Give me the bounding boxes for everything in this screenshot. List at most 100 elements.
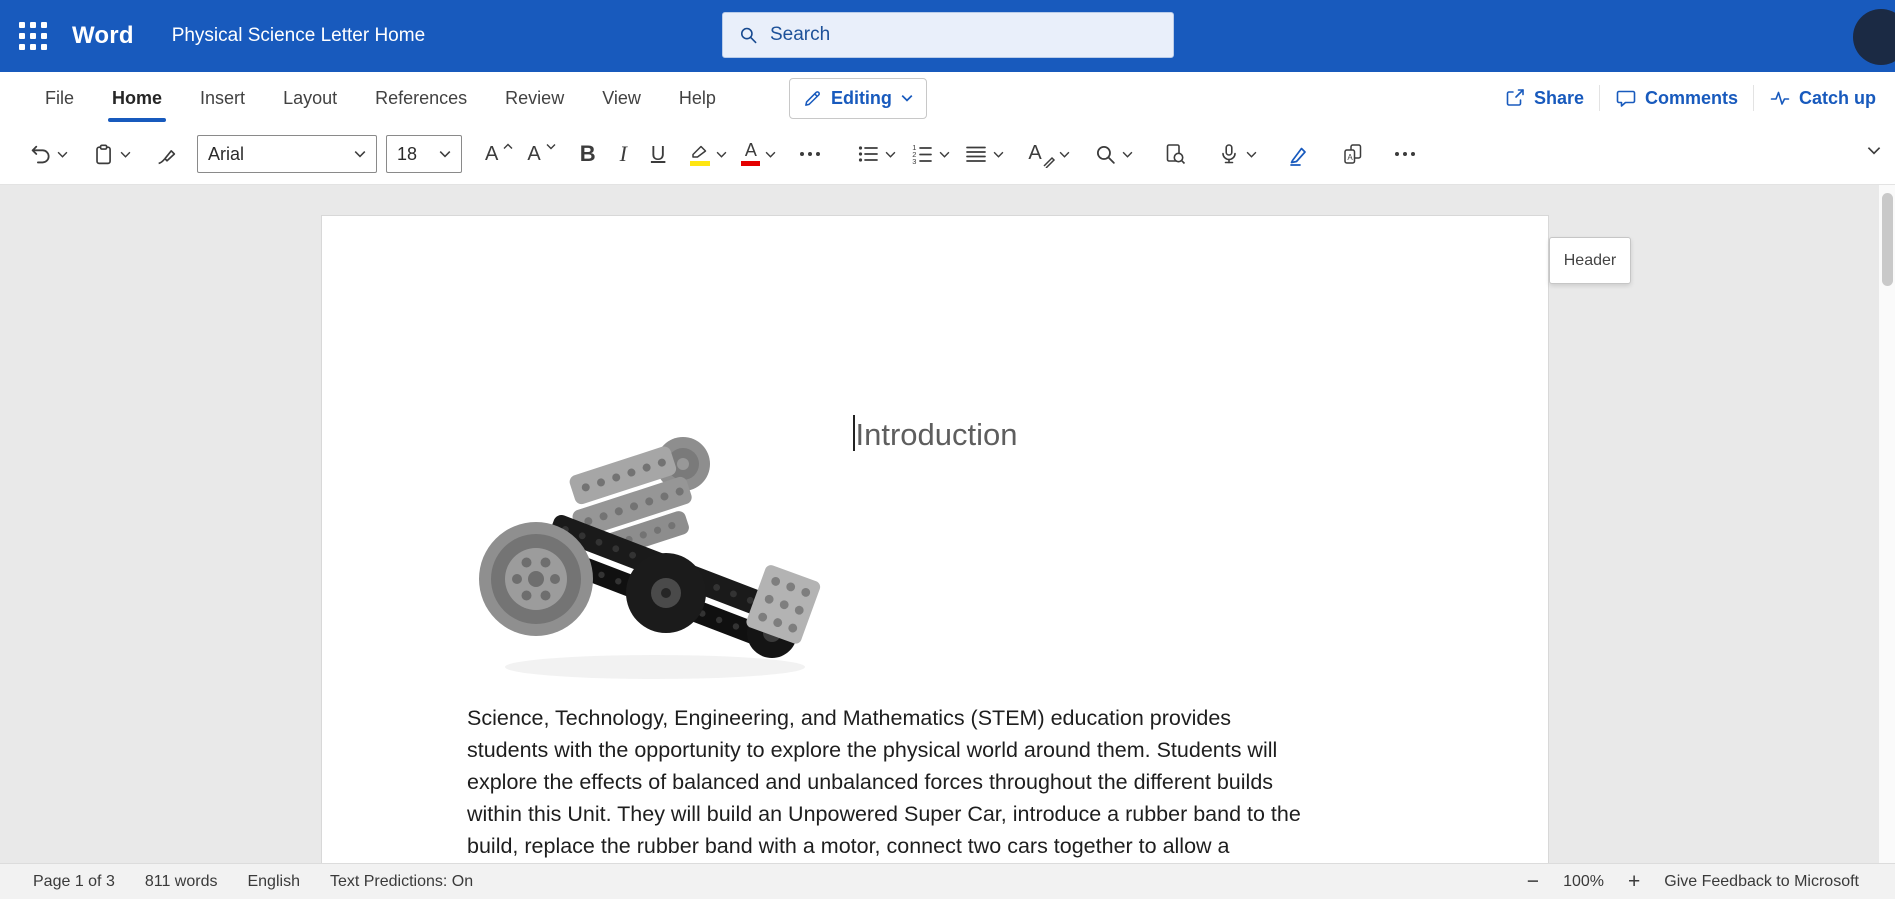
highlight-color-button[interactable]: [682, 137, 734, 172]
user-avatar[interactable]: [1853, 9, 1895, 65]
undo-icon: [29, 143, 52, 166]
chevron-down-icon: [939, 151, 950, 158]
undo-button[interactable]: [22, 137, 75, 172]
alignment-button[interactable]: [957, 136, 1011, 172]
caret-down-icon: [546, 143, 556, 150]
page-count[interactable]: Page 1 of 3: [33, 873, 115, 891]
text-cursor: [853, 415, 855, 451]
formatting-toolbar: Arial 18 A A B I U A: [0, 124, 1895, 185]
microphone-icon: [1217, 142, 1241, 166]
tab-insert[interactable]: Insert: [181, 72, 264, 124]
comment-icon: [1615, 87, 1637, 109]
collapse-ribbon-button[interactable]: [1867, 146, 1881, 155]
document-page[interactable]: Introduction Science, Technology, Engine…: [321, 215, 1549, 863]
clipboard-icon: [92, 143, 115, 166]
share-icon: [1504, 87, 1526, 109]
app-launcher-button[interactable]: [0, 0, 66, 72]
tab-references[interactable]: References: [356, 72, 486, 124]
shrink-font-label: A: [527, 143, 540, 166]
search-box[interactable]: [722, 12, 1174, 58]
share-label: Share: [1534, 88, 1584, 109]
format-painter-button[interactable]: [148, 137, 185, 172]
app-name[interactable]: Word: [72, 22, 134, 50]
catch-up-label: Catch up: [1799, 88, 1876, 109]
font-color-button[interactable]: A: [734, 137, 783, 172]
highlight-swatch: [690, 161, 710, 166]
word-count[interactable]: 811 words: [145, 873, 218, 891]
zoom-out-button[interactable]: −: [1527, 871, 1539, 892]
feedback-link[interactable]: Give Feedback to Microsoft: [1664, 873, 1859, 891]
zoom-in-button[interactable]: +: [1628, 871, 1640, 892]
share-button[interactable]: Share: [1489, 72, 1599, 124]
language-selector[interactable]: English: [247, 873, 299, 891]
translate-button[interactable]: A: [1334, 136, 1372, 172]
more-font-options-button[interactable]: [793, 146, 827, 162]
numbering-button[interactable]: 1 2 3: [903, 136, 957, 172]
catch-up-button[interactable]: Catch up: [1754, 72, 1891, 124]
doc-heading[interactable]: Introduction: [322, 415, 1548, 453]
numbered-list-icon: 1 2 3: [910, 142, 934, 166]
tab-layout[interactable]: Layout: [264, 72, 356, 124]
search-input[interactable]: [770, 24, 1157, 46]
text-predictions-toggle[interactable]: Text Predictions: On: [330, 873, 473, 891]
bullets-button[interactable]: [849, 136, 903, 172]
waffle-icon: [19, 22, 47, 50]
tab-file[interactable]: File: [26, 72, 93, 124]
font-size-combobox[interactable]: 18: [386, 135, 462, 173]
immersive-reader-button[interactable]: [1156, 136, 1194, 172]
magnifier-icon: [1094, 143, 1117, 166]
comments-label: Comments: [1645, 88, 1738, 109]
bold-button[interactable]: B: [573, 135, 603, 173]
format-painter-icon: [155, 143, 178, 166]
chevron-down-icon: [439, 150, 451, 158]
doc-heading-text: Introduction: [856, 417, 1018, 452]
status-left-group: Page 1 of 3 811 words English Text Predi…: [33, 873, 473, 891]
zoom-level[interactable]: 100%: [1563, 873, 1604, 891]
grow-font-button[interactable]: A: [478, 137, 520, 172]
svg-text:A: A: [1348, 153, 1354, 162]
tab-review[interactable]: Review: [486, 72, 583, 124]
scrollbar-thumb[interactable]: [1882, 193, 1893, 286]
doc-paragraph[interactable]: Science, Technology, Engineering, and Ma…: [467, 702, 1301, 862]
editing-mode-button[interactable]: Editing: [789, 78, 927, 119]
paste-button[interactable]: [85, 137, 138, 172]
underline-button[interactable]: U: [644, 137, 672, 172]
find-button[interactable]: [1087, 137, 1140, 172]
tab-home[interactable]: Home: [93, 72, 181, 124]
chevron-down-icon: [993, 151, 1004, 158]
vertical-scrollbar[interactable]: [1879, 185, 1895, 863]
chevron-down-icon: [354, 150, 366, 158]
font-name-combobox[interactable]: Arial: [197, 135, 377, 173]
editing-label: Editing: [831, 88, 892, 109]
editor-button[interactable]: [1280, 136, 1318, 172]
chevron-down-icon: [716, 151, 727, 158]
more-commands-button[interactable]: [1388, 146, 1422, 162]
document-canvas: Introduction Science, Technology, Engine…: [0, 185, 1895, 863]
translate-pages-icon: A: [1341, 142, 1365, 166]
svg-text:3: 3: [913, 157, 917, 166]
style-pen-icon: [1042, 154, 1056, 168]
chevron-down-icon: [1059, 151, 1070, 158]
italic-button[interactable]: I: [613, 135, 634, 173]
dictate-button[interactable]: [1210, 136, 1264, 172]
document-title[interactable]: Physical Science Letter Home: [172, 25, 425, 47]
grow-font-label: A: [485, 143, 498, 166]
tab-view[interactable]: View: [583, 72, 660, 124]
chevron-down-icon: [57, 151, 68, 158]
font-size-value: 18: [397, 144, 417, 165]
chevron-down-icon: [765, 151, 776, 158]
pencil-icon: [803, 89, 822, 108]
header-tag-button[interactable]: Header: [1549, 237, 1631, 284]
ellipsis-icon: [800, 152, 820, 156]
ribbon-right-actions: Share Comments Catch up: [1489, 72, 1895, 124]
chevron-down-icon: [1246, 151, 1257, 158]
tab-help[interactable]: Help: [660, 72, 735, 124]
shrink-font-button[interactable]: A: [520, 137, 562, 172]
comments-button[interactable]: Comments: [1600, 72, 1753, 124]
styles-button[interactable]: A: [1021, 136, 1077, 172]
chevron-down-icon: [1867, 146, 1881, 155]
paragraph-line: within this Unit. They will build an Unp…: [467, 798, 1301, 830]
chevron-down-icon: [1122, 151, 1133, 158]
pen-nib-icon: [1287, 142, 1311, 166]
font-name-value: Arial: [208, 144, 244, 165]
